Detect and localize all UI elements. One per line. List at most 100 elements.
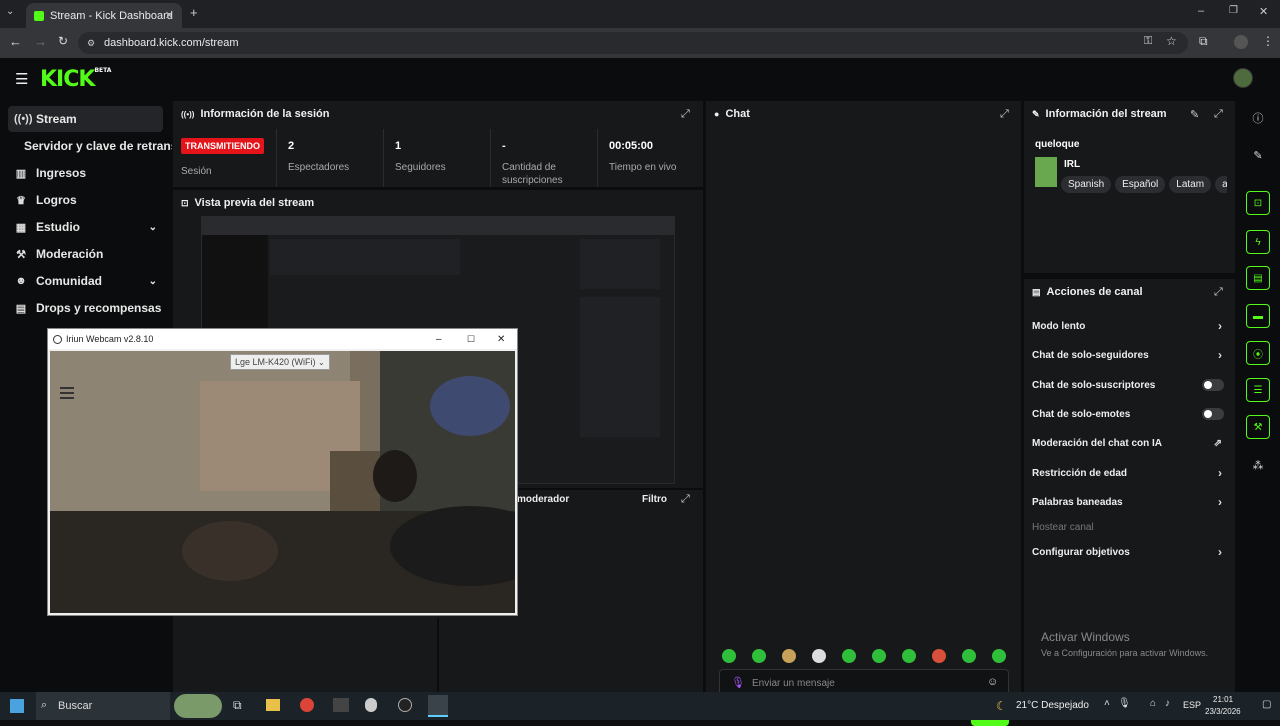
minimize-window-icon[interactable]: – <box>1198 5 1204 17</box>
action-label: Hostear canal <box>1032 521 1094 533</box>
clip-icon[interactable]: ⊡ <box>1246 191 1270 215</box>
emote-icon[interactable] <box>902 649 916 663</box>
address-input[interactable]: ⚙ dashboard.kick.com/stream <box>78 32 1188 54</box>
expand-icon[interactable]: ⤢ <box>1000 108 1009 121</box>
tag[interactable]: Latam <box>1169 176 1212 193</box>
search-icon: ⌕ <box>41 699 48 711</box>
broadcast-icon[interactable]: ⦿ <box>1246 341 1270 365</box>
emote-icon[interactable] <box>812 649 826 663</box>
panels-icon[interactable]: ☰ <box>1246 378 1270 402</box>
sidebar-item-logros[interactable]: ♛ Logros <box>8 187 163 213</box>
close-window-icon[interactable]: ✕ <box>1259 5 1268 18</box>
taskbar-search[interactable]: ⌕ Buscar <box>36 692 170 720</box>
expand-icon[interactable]: ⤢ <box>681 493 690 506</box>
emote-icon[interactable] <box>962 649 976 663</box>
new-tab-icon[interactable]: + <box>190 5 198 20</box>
sidebar-item-stream[interactable]: ((•)) Stream <box>8 106 163 132</box>
sidebar-item-comunidad[interactable]: ☻ Comunidad ⌄ <box>8 268 163 294</box>
language-indicator[interactable]: ESP <box>1183 700 1201 710</box>
emote-icon[interactable] <box>752 649 766 663</box>
maximize-window-icon[interactable]: ☐ <box>467 334 475 345</box>
sidebar-item-ingresos[interactable]: ▥ Ingresos <box>8 160 163 186</box>
hamburger-menu-icon[interactable]: ☰ <box>15 70 28 88</box>
clock-date[interactable]: 23/3/2026 <box>1205 707 1241 716</box>
file-explorer-icon[interactable] <box>266 699 280 711</box>
subscribers-only-toggle[interactable] <box>1202 379 1224 391</box>
emote-icon[interactable] <box>722 649 736 663</box>
sidebar-item-stream-key[interactable]: Servidor y clave de retransm <box>18 133 172 159</box>
filter-button[interactable]: Filtro <box>642 494 667 505</box>
webcam-window[interactable]: Iriun Webcam v2.8.10 – ☐ ✕ Lge LM-K420 (… <box>47 328 518 616</box>
app-icon[interactable] <box>333 698 349 712</box>
emotes-only-toggle[interactable] <box>1202 408 1224 420</box>
edit-icon[interactable]: ✎ <box>1190 108 1199 121</box>
expand-icon[interactable]: ⤢ <box>1214 286 1223 299</box>
action-followers-only[interactable]: Chat de solo-seguidores › <box>1032 345 1226 365</box>
action-ai-moderation[interactable]: Moderación del chat con IA ⇗ <box>1032 433 1226 453</box>
clock-time[interactable]: 21:01 <box>1213 695 1233 704</box>
browser-tab[interactable]: Stream - Kick Dashboard ✕ <box>26 3 182 28</box>
profile-avatar[interactable] <box>1234 35 1248 49</box>
iriun-app-icon[interactable] <box>428 695 448 717</box>
password-key-icon[interactable]: ⚿ <box>1144 35 1152 48</box>
lightning-icon[interactable]: ϟ <box>1246 230 1270 254</box>
reload-icon[interactable]: ↻ <box>58 34 68 48</box>
chrome-icon[interactable] <box>300 698 314 712</box>
emote-icon[interactable] <box>872 649 886 663</box>
webcam-window-titlebar[interactable]: Iriun Webcam v2.8.10 – ☐ ✕ <box>48 329 517 349</box>
task-view-icon[interactable]: ⧉ <box>233 698 242 713</box>
user-avatar[interactable] <box>1233 68 1253 88</box>
emote-icon[interactable] <box>842 649 856 663</box>
kick-logo[interactable]: KICKBETA <box>40 67 111 92</box>
tab-list-chevron-icon[interactable]: ⌄ <box>6 6 14 17</box>
sidebar-item-drops[interactable]: ▤ Drops y recompensas <box>8 295 163 321</box>
action-banned-words[interactable]: Palabras baneadas › <box>1032 492 1226 512</box>
bookmark-star-icon[interactable]: ☆ <box>1166 34 1177 48</box>
sidebar-item-moderacion[interactable]: ⚒ Moderación <box>8 241 163 267</box>
action-emotes-only[interactable]: Chat de solo-emotes <box>1032 404 1226 424</box>
wrench-icon[interactable]: ⚒ <box>1246 415 1270 439</box>
emote-icon[interactable] <box>992 649 1006 663</box>
network-icon[interactable]: ⌂ <box>1150 698 1156 709</box>
info-icon[interactable]: ⓘ <box>1246 106 1270 130</box>
tag[interactable]: Español <box>1115 176 1166 193</box>
extensions-icon[interactable]: ⧉ <box>1199 34 1208 49</box>
volume-icon[interactable]: ♪ <box>1165 698 1170 709</box>
tag[interactable]: an <box>1215 176 1227 193</box>
app-icon[interactable] <box>365 698 377 712</box>
edit-icon[interactable]: ✎ <box>1246 143 1270 167</box>
weather-text[interactable]: 21°C Despejado <box>1016 700 1089 711</box>
action-age-restriction[interactable]: Restricción de edad › <box>1032 463 1226 483</box>
emote-icon[interactable] <box>782 649 796 663</box>
close-tab-icon[interactable]: ✕ <box>165 9 174 22</box>
tray-chevron-icon[interactable]: ˄ <box>1104 698 1110 709</box>
minimize-window-icon[interactable]: – <box>436 334 442 345</box>
action-configure-goals[interactable]: Configurar objetivos › <box>1032 542 1226 562</box>
notifications-icon[interactable]: ▢ <box>1262 699 1271 710</box>
shapes-icon[interactable]: ⁂ <box>1246 453 1270 477</box>
device-select[interactable]: Lge LM-K420 (WiFi) ⌄ <box>230 354 330 370</box>
category-thumbnail <box>1035 157 1057 187</box>
people-icon: ☻ <box>15 275 27 287</box>
obs-icon[interactable] <box>398 698 412 712</box>
expand-icon[interactable]: ⤢ <box>681 108 690 121</box>
site-info-icon[interactable]: ⚙ <box>87 38 95 49</box>
chevron-right-icon: › <box>1218 319 1222 333</box>
windows-start-icon[interactable] <box>10 699 24 713</box>
emote-icon[interactable] <box>932 649 946 663</box>
expand-icon[interactable]: ⤢ <box>1214 108 1223 121</box>
microphone-icon[interactable]: 🎙 <box>1118 698 1131 709</box>
close-window-icon[interactable]: ✕ <box>497 334 505 345</box>
clipboard-icon[interactable]: ▤ <box>1246 266 1270 290</box>
microphone-icon[interactable]: 🎙 <box>731 676 745 689</box>
forward-icon[interactable]: → <box>34 34 47 49</box>
maximize-window-icon[interactable]: ❐ <box>1229 5 1238 16</box>
message-icon[interactable]: ▬ <box>1246 304 1270 328</box>
sidebar-item-estudio[interactable]: ▦ Estudio ⌄ <box>8 214 163 240</box>
action-subscribers-only[interactable]: Chat de solo-suscriptores <box>1032 375 1226 395</box>
action-slow-mode[interactable]: Modo lento › <box>1032 316 1226 336</box>
browser-menu-icon[interactable]: ⋮ <box>1262 34 1274 48</box>
back-icon[interactable]: ← <box>9 34 22 49</box>
emoji-picker-icon[interactable]: ☺ <box>987 676 998 688</box>
tag[interactable]: Spanish <box>1061 176 1112 193</box>
